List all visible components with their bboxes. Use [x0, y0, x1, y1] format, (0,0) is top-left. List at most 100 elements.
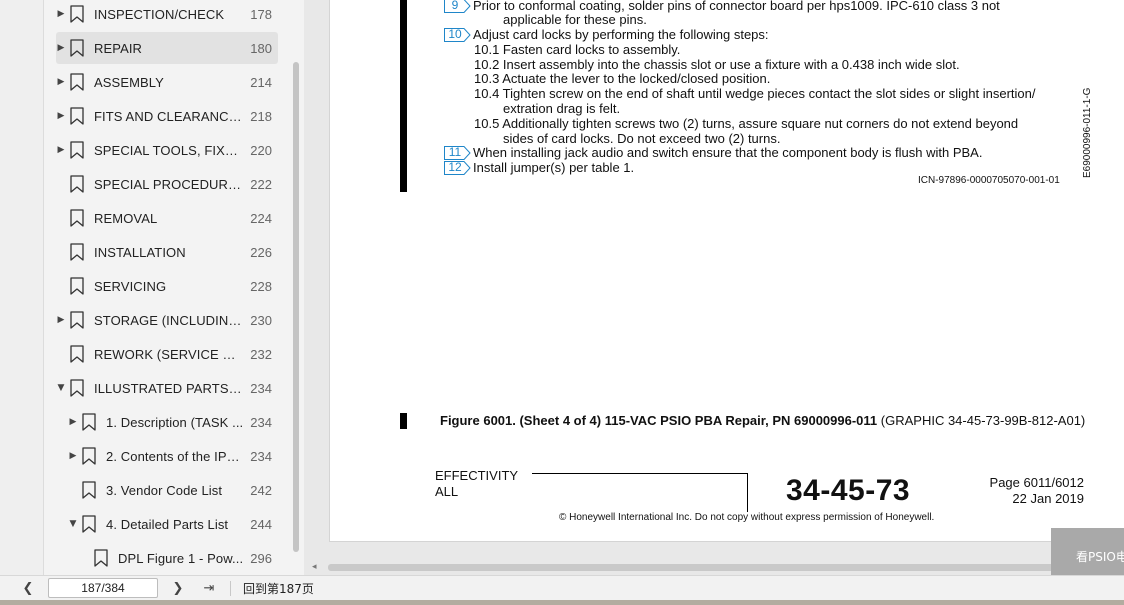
floating-button[interactable]: 看PSIO电: [1051, 528, 1124, 581]
bookmark-label: ASSEMBLY: [94, 74, 164, 90]
step-text: 10.2 Insert assembly into the chassis sl…: [474, 57, 960, 72]
bookmark-icon: [81, 481, 97, 499]
bookmark-label: 1. Description (TASK ...: [106, 414, 244, 430]
bookmark-page-number: 228: [250, 278, 272, 294]
step-text: 10.4 Tighten screw on the end of shaft u…: [474, 86, 1036, 101]
bookmark-label: 4. Detailed Parts List: [106, 516, 229, 532]
bookmark-label: INSPECTION/CHECK: [94, 6, 225, 22]
sidebar-scrollbar[interactable]: [292, 0, 300, 575]
collapse-arrow-icon[interactable]: ▼: [68, 519, 78, 529]
step-text: Adjust card locks by performing the foll…: [473, 27, 769, 42]
bookmark-item[interactable]: DPL Figure 1 - Pow... 296: [56, 542, 278, 574]
copyright-notice: © Honeywell International Inc. Do not co…: [559, 512, 935, 523]
sidebar-scroll-thumb[interactable]: [293, 62, 299, 552]
bookmark-icon: [93, 549, 109, 567]
bookmark-icon: [69, 107, 85, 125]
bookmark-item[interactable]: ▼ 4. Detailed Parts List 244: [56, 508, 278, 540]
step-text: When installing jack audio and switch en…: [473, 145, 983, 160]
page-number-input[interactable]: [48, 578, 158, 598]
bookmark-page-number: 214: [250, 74, 272, 90]
bookmark-page-number: 244: [250, 516, 272, 532]
expand-arrow-icon[interactable]: ▶: [56, 315, 66, 325]
step-number: 11: [448, 145, 462, 159]
page-navigation-bar: ❮ ❯ ⇥ 回到第187页: [0, 575, 1124, 600]
step-callout: 9: [444, 0, 471, 13]
collapse-arrow-icon[interactable]: ▼: [56, 383, 66, 393]
bookmark-icon: [69, 311, 85, 329]
bookmark-item[interactable]: SPECIAL PROCEDURES 222: [56, 168, 278, 200]
effectivity-rule-vertical: [747, 473, 748, 512]
page-info: Page 6011/6012 22 Jan 2019: [960, 475, 1084, 507]
icn-number: ICN-97896-0000705070-001-01: [918, 175, 1060, 186]
horizontal-scroll-thumb[interactable]: [328, 564, 1124, 571]
step-callout: 11: [444, 145, 471, 160]
bookmark-label: REWORK (SERVICE BUL...: [94, 346, 244, 362]
effectivity-rule: [532, 473, 748, 474]
bookmark-icon: [69, 379, 85, 397]
bookmark-page-number: 180: [250, 40, 272, 56]
step-text: extration drag is felt.: [503, 101, 621, 116]
bookmark-icon: [69, 345, 85, 363]
change-bar: [400, 413, 407, 429]
expand-arrow-icon[interactable]: ▶: [56, 77, 66, 87]
document-viewport: 9 Prior to conformal coating, solder pins…: [304, 0, 1124, 575]
toolbar-divider: [230, 581, 231, 596]
bookmark-label: REPAIR: [94, 40, 143, 56]
bookmark-item[interactable]: SERVICING 228: [56, 270, 278, 302]
figure-title: Figure 6001. (Sheet 4 of 4) 115-VAC PSIO…: [440, 413, 878, 428]
bookmark-icon: [81, 447, 97, 465]
page-label: Page 6011/6012: [989, 475, 1084, 490]
bookmark-item[interactable]: INSTALLATION 226: [56, 236, 278, 268]
expand-arrow-icon[interactable]: ▶: [68, 451, 78, 461]
horizontal-scrollbar[interactable]: ◂: [304, 560, 1124, 574]
step-number: 12: [448, 160, 462, 174]
bookmark-item[interactable]: ▶ SPECIAL TOOLS, FIXTUR... 220: [56, 134, 278, 166]
chevron-right-icon[interactable]: ❯: [169, 580, 187, 598]
vertical-drawing-id: E69000996-011-1-G: [1082, 87, 1093, 178]
bookmark-item[interactable]: 3. Vendor Code List 242: [56, 474, 278, 506]
bookmark-icon: [69, 141, 85, 159]
expand-arrow-icon[interactable]: ▶: [56, 9, 66, 19]
effectivity-block: EFFECTIVITY ALL: [435, 468, 518, 500]
bookmark-item[interactable]: ▶ REPAIR 180: [56, 32, 278, 64]
bookmark-item[interactable]: REWORK (SERVICE BUL... 232: [56, 338, 278, 370]
bookmark-item[interactable]: ▶ ASSEMBLY 214: [56, 66, 278, 98]
step-callout: 12: [444, 160, 471, 175]
expand-arrow-icon[interactable]: ▶: [56, 43, 66, 53]
bookmark-item[interactable]: ▶ 2. Contents of the IPL ... 234: [56, 440, 278, 472]
bookmark-item[interactable]: ▶ INSPECTION/CHECK 178: [56, 0, 278, 30]
expand-arrow-icon[interactable]: ▶: [56, 145, 66, 155]
bookmark-icon: [69, 175, 85, 193]
bookmark-icon: [69, 243, 85, 261]
page-date: 22 Jan 2019: [1012, 491, 1084, 506]
figure-graphic-ref: (GRAPHIC 34-45-73-99B-812-A01): [880, 413, 1086, 428]
effectivity-label: EFFECTIVITY: [435, 468, 519, 483]
bookmark-icon: [69, 73, 85, 91]
bookmark-item[interactable]: ▶ STORAGE (INCLUDING ... 230: [56, 304, 278, 336]
bookmarks-sidebar: ▶ INSPECTION/CHECK 178 ▶ REPAIR 180 ▶ ASSEMBLY 2…: [44, 0, 304, 575]
bookmark-item[interactable]: ▶ FITS AND CLEARANCES 218: [56, 100, 278, 132]
bookmark-page-number: 234: [250, 448, 272, 464]
document-page: 9 Prior to conformal coating, solder pins…: [329, 0, 1124, 542]
bookmark-page-number: 218: [250, 108, 272, 124]
bookmark-item[interactable]: ▶ 1. Description (TASK ... 234: [56, 406, 278, 438]
bookmark-icon: [69, 277, 85, 295]
chapter-number: 34-45-73: [786, 474, 911, 507]
expand-arrow-icon[interactable]: ▶: [68, 417, 78, 427]
figure-caption: Figure 6001. (Sheet 4 of 4) 115-VAC PSIO…: [440, 413, 1085, 428]
skip-to-end-icon[interactable]: ⇥: [200, 580, 218, 598]
bookmark-icon: [69, 39, 85, 57]
expand-arrow-icon[interactable]: ▶: [56, 111, 66, 121]
bookmark-item[interactable]: ▼ ILLUSTRATED PARTS LIST 234: [56, 372, 278, 404]
bookmark-icon: [81, 413, 97, 431]
bookmark-label: ILLUSTRATED PARTS LIST: [94, 380, 244, 396]
bookmark-item[interactable]: REMOVAL 224: [56, 202, 278, 234]
bookmark-page-number: 224: [250, 210, 272, 226]
scroll-left-arrow-icon[interactable]: ◂: [312, 562, 317, 572]
return-to-page-link[interactable]: 回到第187页: [243, 580, 314, 597]
chevron-left-icon[interactable]: ❮: [19, 580, 37, 598]
bookmark-label: FITS AND CLEARANCES: [94, 108, 244, 124]
bookmark-page-number: 232: [250, 346, 272, 362]
step-number: 10: [448, 27, 462, 41]
bookmark-label: SPECIAL PROCEDURES: [94, 176, 244, 192]
